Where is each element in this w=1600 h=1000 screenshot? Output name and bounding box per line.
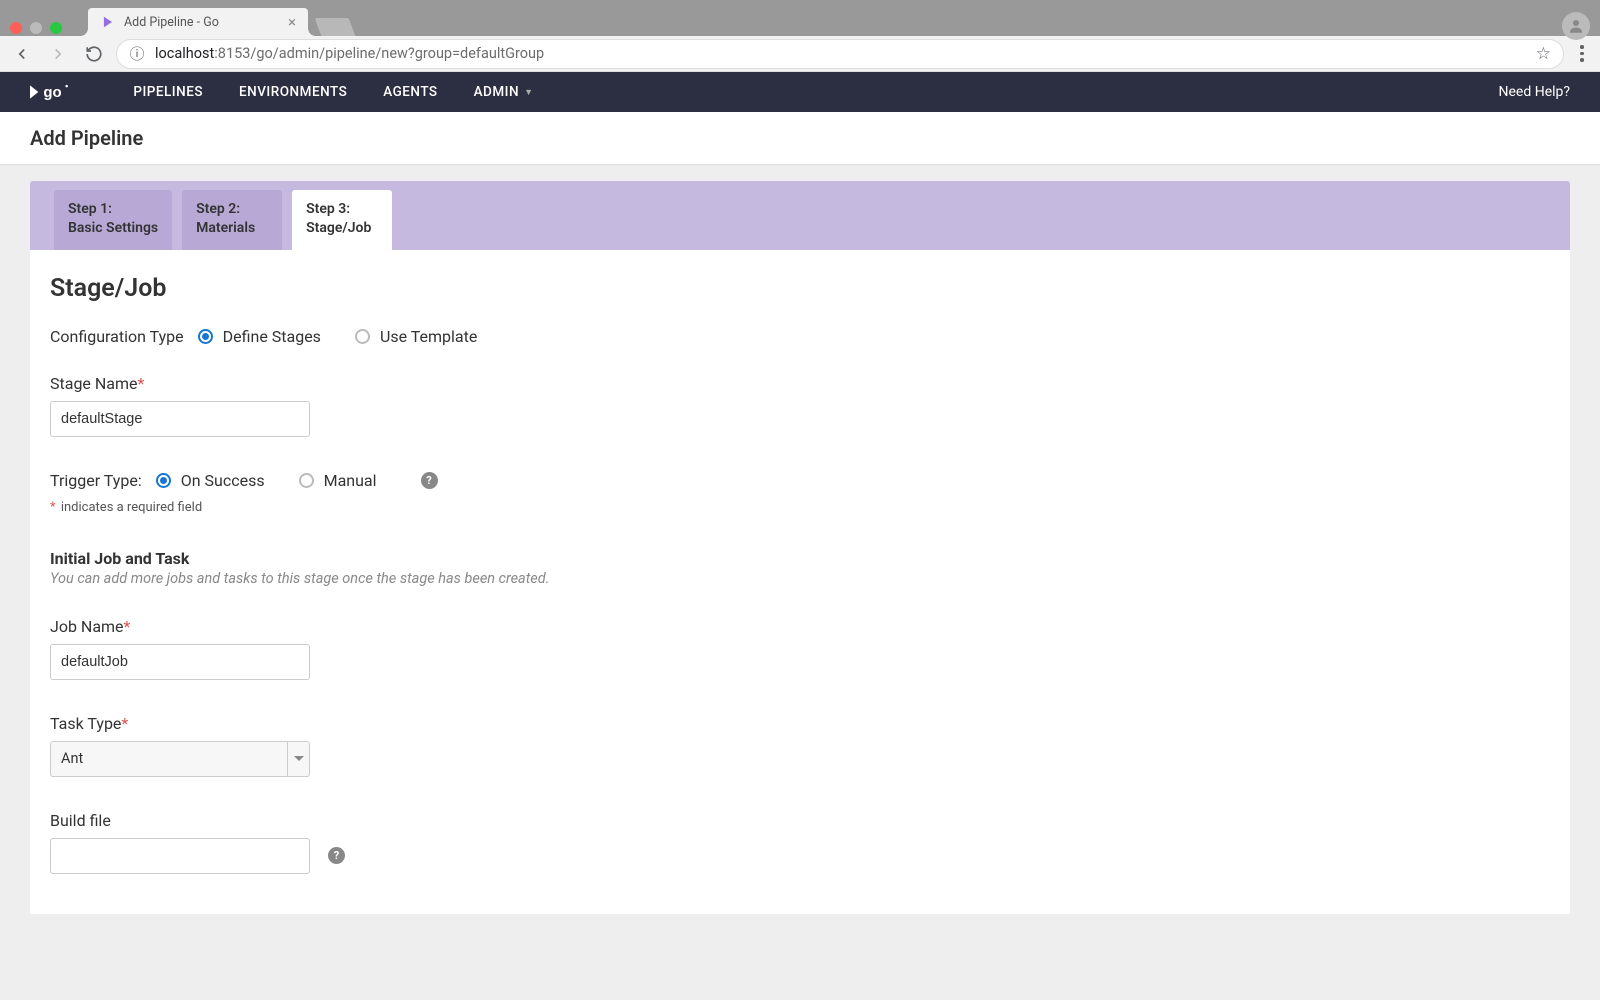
radio-icon xyxy=(355,329,370,344)
step-3-line2: Stage/Job xyxy=(306,219,378,238)
window-close-icon[interactable] xyxy=(10,22,22,34)
step-1-line2: Basic Settings xyxy=(68,219,158,238)
radio-on-success[interactable]: On Success xyxy=(156,471,265,490)
url-host: localhost xyxy=(155,45,214,62)
tab-favicon-icon xyxy=(100,14,116,30)
chevron-down-icon xyxy=(294,756,304,761)
radio-manual[interactable]: Manual xyxy=(299,471,377,490)
config-type-label: Configuration Type xyxy=(50,327,184,346)
tab-close-icon[interactable]: × xyxy=(288,13,296,31)
window-minimize-icon[interactable] xyxy=(30,22,42,34)
config-type-row: Configuration Type Define Stages Use Tem… xyxy=(50,327,1550,346)
tab-title: Add Pipeline - Go xyxy=(124,15,280,30)
bookmark-star-icon[interactable]: ☆ xyxy=(1536,44,1551,64)
wizard-steps: Step 1: Basic Settings Step 2: Materials… xyxy=(30,181,1570,250)
radio-on-success-label: On Success xyxy=(181,471,265,490)
step-1-tab[interactable]: Step 1: Basic Settings xyxy=(54,190,172,250)
step-2-line2: Materials xyxy=(196,219,268,238)
build-file-label: Build file xyxy=(50,811,1550,830)
nav-agents[interactable]: AGENTS xyxy=(383,84,437,100)
browser-tab-bar: Add Pipeline - Go × xyxy=(0,8,1600,36)
step-1-line1: Step 1: xyxy=(68,200,158,219)
url-bar: localhost:8153/go/admin/pipeline/new?gro… xyxy=(0,36,1600,72)
radio-use-template[interactable]: Use Template xyxy=(355,327,477,346)
required-note: * indicates a required field xyxy=(50,500,1550,515)
task-type-label: Task Type* xyxy=(50,714,1550,733)
window-controls xyxy=(10,22,62,34)
window-maximize-icon[interactable] xyxy=(50,22,62,34)
radio-icon xyxy=(198,329,213,344)
radio-define-stages[interactable]: Define Stages xyxy=(198,327,321,346)
forward-button[interactable] xyxy=(44,40,72,68)
app-top-nav: go PIPELINES ENVIRONMENTS AGENTS ADMIN ▼… xyxy=(0,72,1600,112)
svg-text:go: go xyxy=(43,84,61,101)
radio-manual-label: Manual xyxy=(324,471,377,490)
new-tab-button[interactable] xyxy=(315,18,356,36)
page-header: Add Pipeline xyxy=(0,112,1600,165)
url-path: :8153/go/admin/pipeline/new?group=defaul… xyxy=(214,45,544,62)
task-type-value: Ant xyxy=(61,750,83,767)
subsection-title: Initial Job and Task xyxy=(50,549,1550,568)
radio-icon xyxy=(299,473,314,488)
radio-template-label: Use Template xyxy=(380,327,477,346)
browser-account-icon[interactable] xyxy=(1562,12,1590,40)
help-icon[interactable]: ? xyxy=(421,472,438,489)
nav-environments[interactable]: ENVIRONMENTS xyxy=(239,84,347,100)
step-3-tab[interactable]: Step 3: Stage/Job xyxy=(292,190,392,250)
trigger-type-label: Trigger Type: xyxy=(50,471,142,490)
nav-admin-label: ADMIN xyxy=(474,84,519,100)
stage-name-input[interactable] xyxy=(50,401,310,437)
stage-name-label: Stage Name* xyxy=(50,374,1550,393)
job-name-label: Job Name* xyxy=(50,617,1550,636)
radio-define-label: Define Stages xyxy=(223,327,321,346)
reload-button[interactable] xyxy=(80,40,108,68)
step-3-line1: Step 3: xyxy=(306,200,378,219)
help-icon[interactable]: ? xyxy=(328,847,345,864)
step-2-line1: Step 2: xyxy=(196,200,268,219)
chevron-down-icon: ▼ xyxy=(524,87,533,98)
address-bar[interactable]: localhost:8153/go/admin/pipeline/new?gro… xyxy=(116,39,1564,69)
page-title: Add Pipeline xyxy=(30,126,1570,150)
step-2-tab[interactable]: Step 2: Materials xyxy=(182,190,282,250)
nav-pipelines[interactable]: PIPELINES xyxy=(133,84,203,100)
browser-tab[interactable]: Add Pipeline - Go × xyxy=(88,8,308,36)
form-panel: Stage/Job Configuration Type Define Stag… xyxy=(30,250,1570,914)
build-file-input[interactable] xyxy=(50,838,310,874)
browser-menu-icon[interactable] xyxy=(1572,39,1592,68)
radio-icon xyxy=(156,473,171,488)
back-button[interactable] xyxy=(8,40,36,68)
section-title: Stage/Job xyxy=(50,274,1550,303)
nav-admin[interactable]: ADMIN ▼ xyxy=(474,84,534,100)
need-help-link[interactable]: Need Help? xyxy=(1499,84,1571,100)
go-logo[interactable]: go xyxy=(30,82,83,102)
site-info-icon[interactable] xyxy=(129,46,145,62)
subsection-desc: You can add more jobs and tasks to this … xyxy=(50,570,1550,587)
job-name-input[interactable] xyxy=(50,644,310,680)
task-type-select[interactable]: Ant xyxy=(50,741,310,777)
